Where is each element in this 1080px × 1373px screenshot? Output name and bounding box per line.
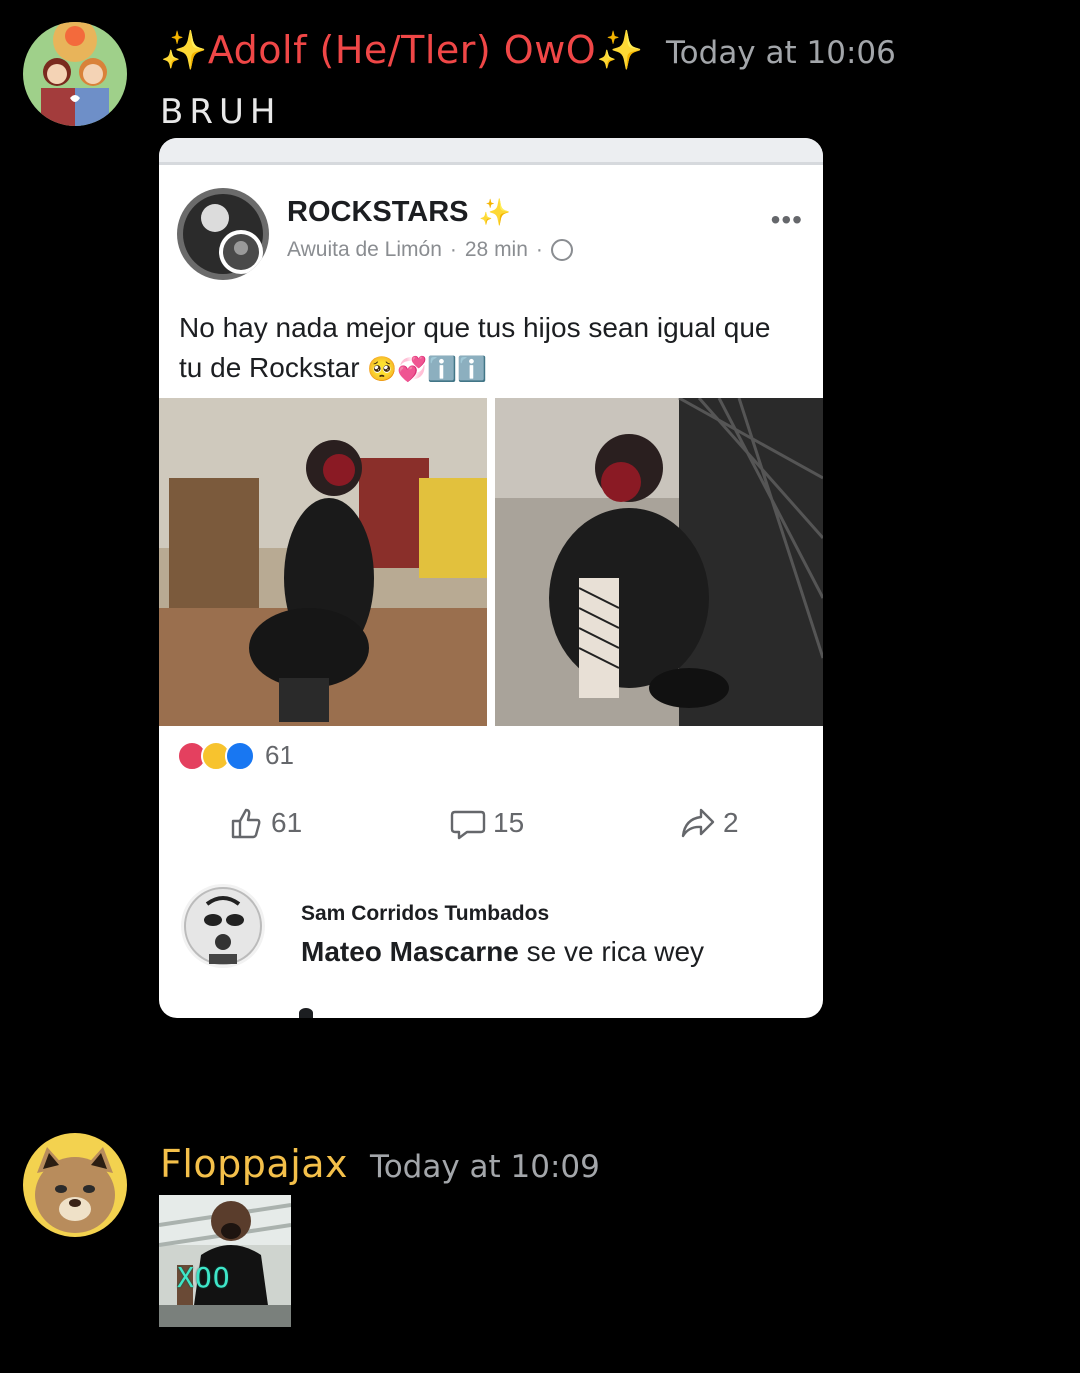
author-name[interactable]: ✨Adolf (He/Tler) OwO✨ xyxy=(160,28,644,73)
comment-tagged-user[interactable]: Mateo Mascarne xyxy=(301,936,519,967)
reaction-count: 61 xyxy=(265,740,294,770)
sparkle-icon: ✨ xyxy=(478,197,511,227)
more-icon[interactable]: ••• xyxy=(771,204,803,236)
avatar-floppajax[interactable] xyxy=(23,1133,127,1237)
message-header-1: ✨Adolf (He/Tler) OwO✨ Today at 10:06 xyxy=(160,28,896,73)
gif-attachment[interactable]: XOO xyxy=(159,1195,291,1327)
share-count: 2 xyxy=(723,807,739,838)
post-meta: Awuita de Limón · 28 min · xyxy=(287,238,573,262)
group-name[interactable]: ROCKSTARS ✨ xyxy=(287,196,511,229)
message-text: BRUH xyxy=(160,92,282,132)
share-button[interactable]: 2 xyxy=(679,804,739,842)
separator: · xyxy=(449,238,457,261)
share-icon xyxy=(681,808,715,838)
post-text: No hay nada mejor que tus hijos sean igu… xyxy=(179,308,799,390)
page-name[interactable]: Awuita de Limón xyxy=(287,238,442,262)
comment-button[interactable]: 15 xyxy=(449,804,524,842)
globe-icon xyxy=(550,239,573,261)
like-icon xyxy=(231,808,261,839)
avatar-adolf[interactable] xyxy=(23,22,127,126)
comment-count: 15 xyxy=(493,807,525,838)
like-count: 61 xyxy=(271,807,303,838)
comment-icon xyxy=(450,810,486,840)
reaction-summary[interactable]: 61 xyxy=(177,740,294,771)
post-time: 28 min xyxy=(464,238,528,261)
separator: · xyxy=(535,238,543,261)
like-button[interactable]: 61 xyxy=(227,804,302,842)
author-name[interactable]: Floppajax xyxy=(160,1142,348,1186)
message-header-2: Floppajax Today at 10:09 xyxy=(160,1142,600,1186)
post-photo-collage xyxy=(159,398,823,726)
cropped-avatar-fragment xyxy=(299,1008,313,1018)
like-reaction-icon xyxy=(225,740,255,771)
comment-body: Mateo Mascarne se ve rica wey xyxy=(301,936,704,968)
post-actions: 61 15 2 xyxy=(159,804,823,848)
post-photos[interactable] xyxy=(159,398,823,726)
timestamp: Today at 10:09 xyxy=(370,1149,600,1185)
timestamp: Today at 10:06 xyxy=(666,35,896,71)
post-emojis: 🥺💞ℹ️ℹ️ xyxy=(367,356,487,383)
comment-author[interactable]: Sam Corridos Tumbados xyxy=(301,902,549,926)
gif-caption: XOO xyxy=(177,1261,231,1294)
screenshot-topbar xyxy=(159,138,823,165)
comment-text: se ve rica wey xyxy=(518,936,705,967)
commenter-avatar[interactable] xyxy=(181,884,265,968)
group-avatar xyxy=(177,188,269,280)
group-name-text: ROCKSTARS xyxy=(287,196,469,228)
image-attachment[interactable]: ROCKSTARS ✨ Awuita de Limón · 28 min · •… xyxy=(159,138,823,1018)
chat-view: ✨Adolf (He/Tler) OwO✨ Today at 10:06 BRU… xyxy=(0,0,1080,1373)
